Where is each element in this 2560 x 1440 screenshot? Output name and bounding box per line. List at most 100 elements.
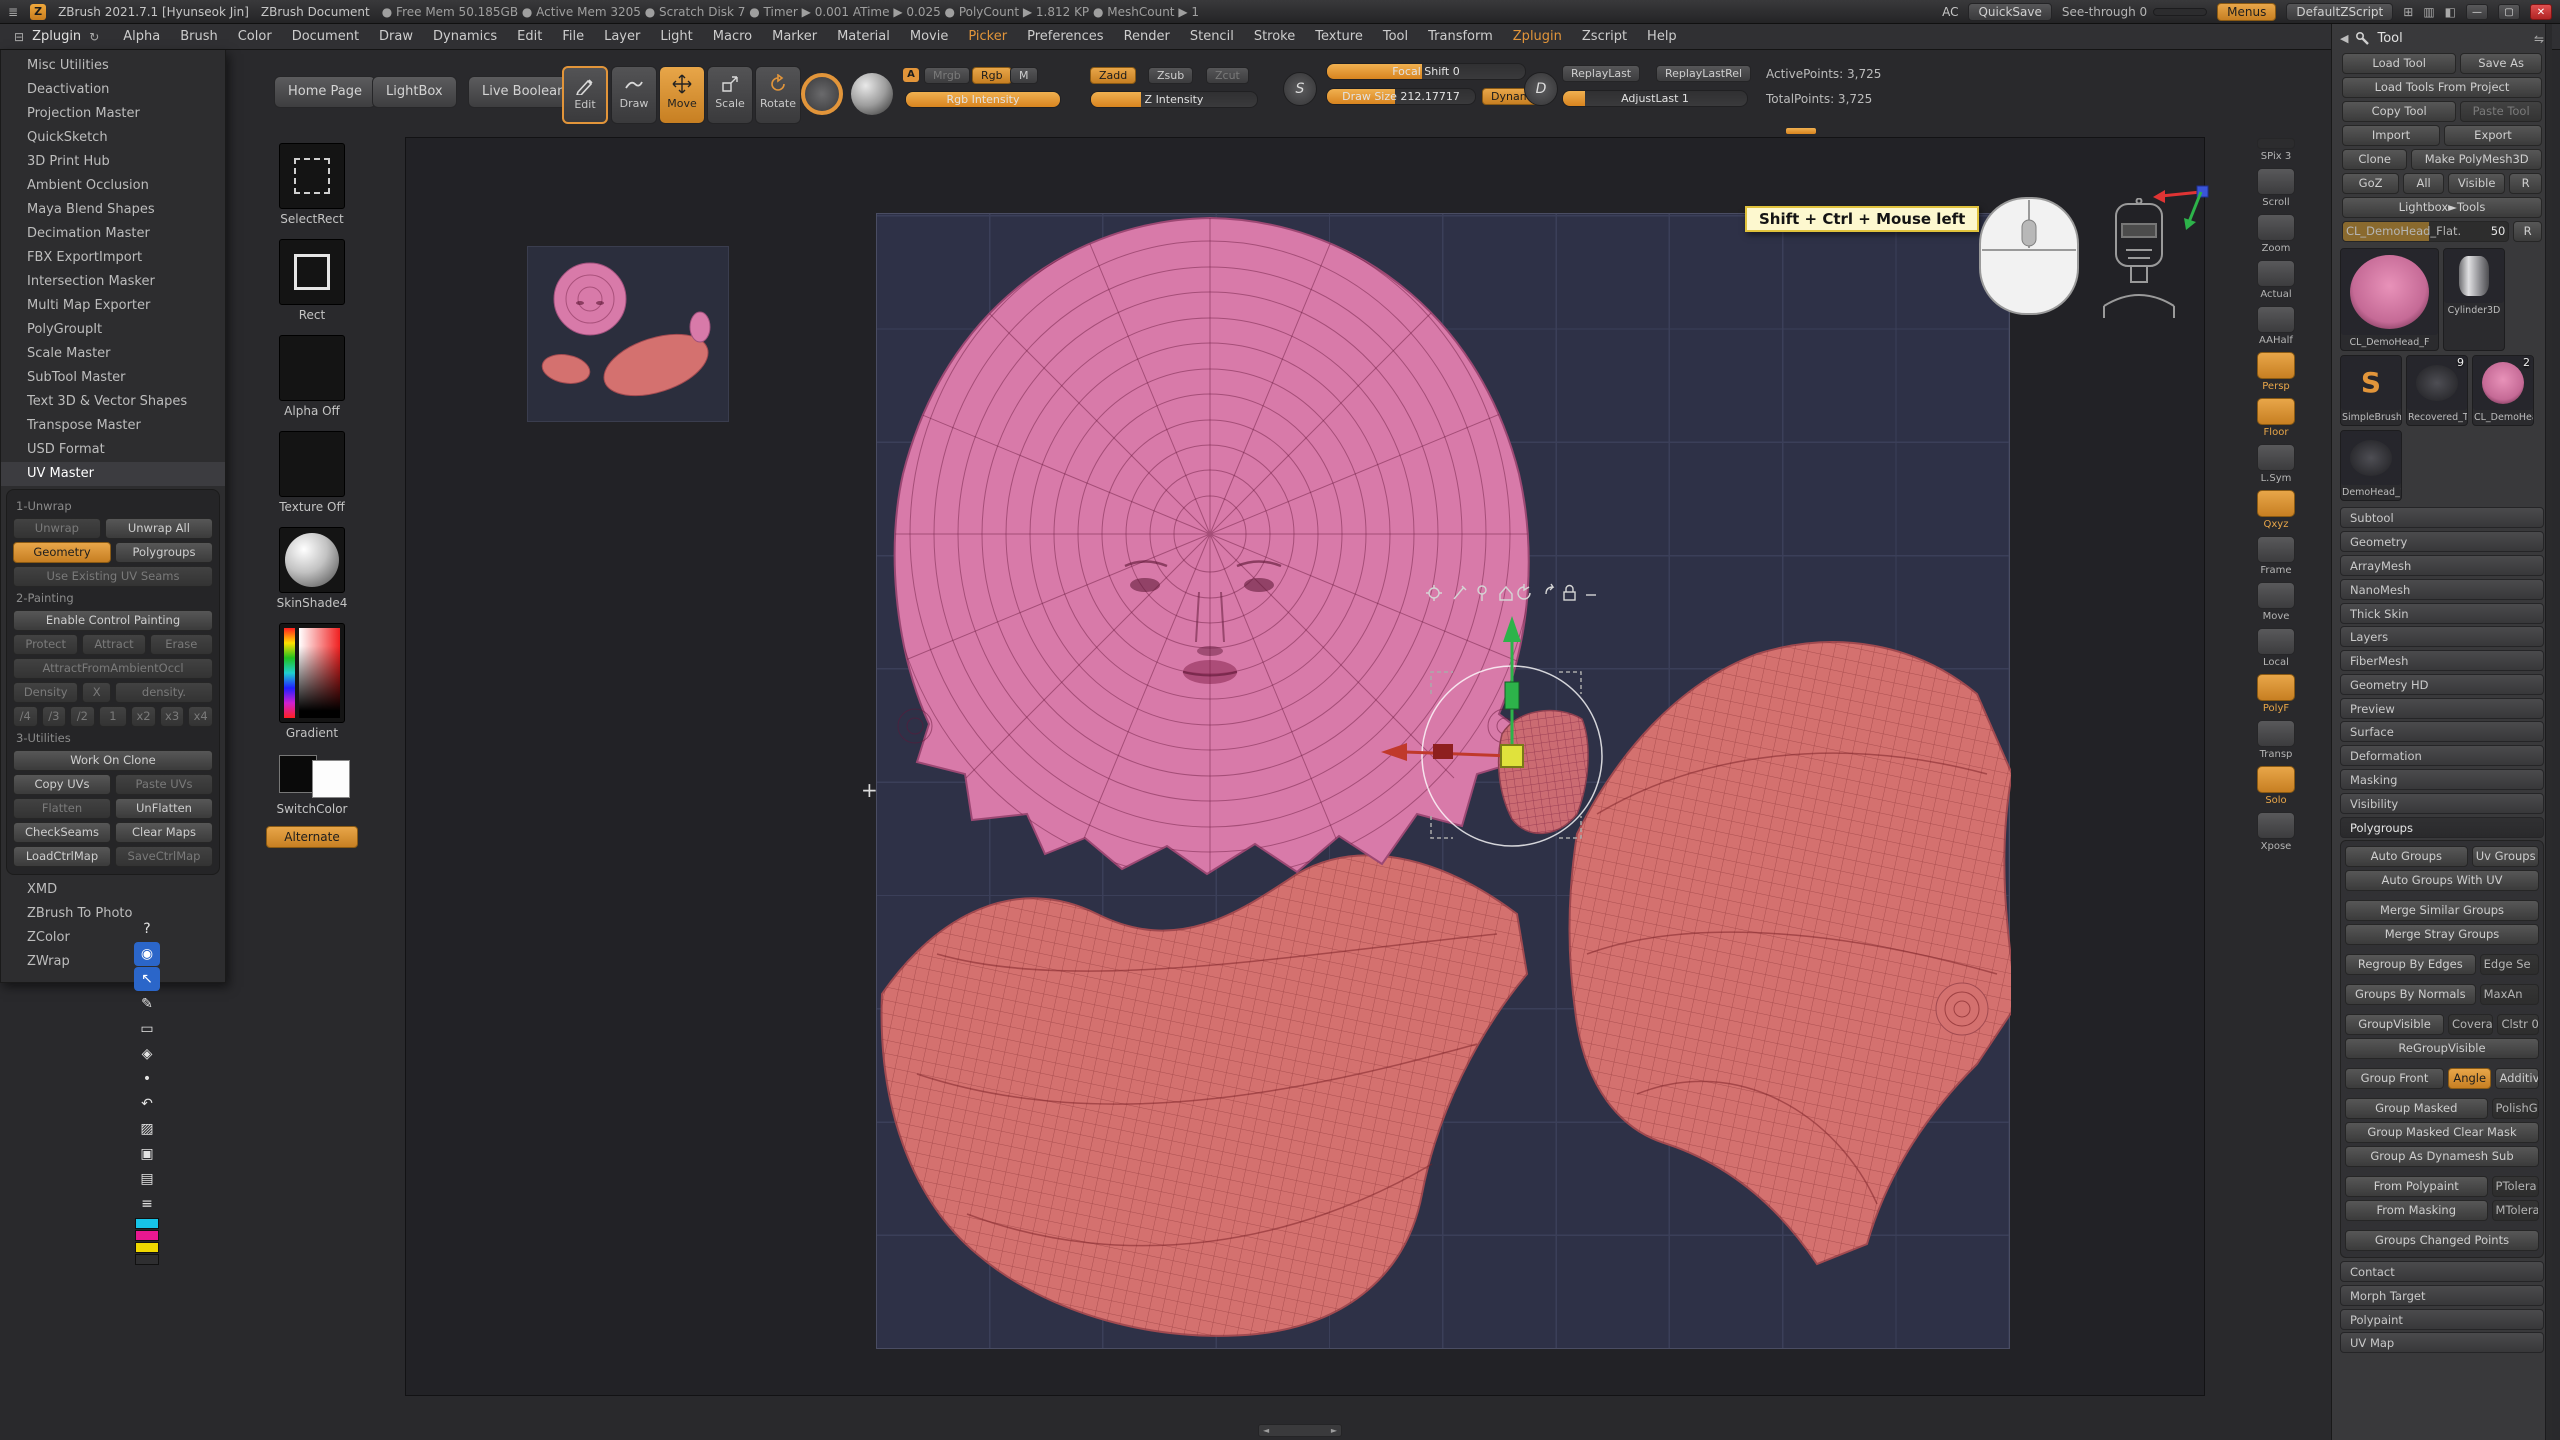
swatch-yellow[interactable] xyxy=(135,1242,159,1253)
panel-button[interactable]: SaveCtrlMap xyxy=(115,846,213,867)
left-shelf-tool[interactable]: Alternate xyxy=(262,816,362,848)
panel-button[interactable]: Polygroups xyxy=(115,542,213,563)
menus-button[interactable]: Menus xyxy=(2217,3,2276,21)
panel-button[interactable]: From Polypaint xyxy=(2345,1176,2488,1197)
left-shelf-tool[interactable]: SkinShade4 xyxy=(262,514,362,610)
replay-last-button[interactable]: ReplayLast xyxy=(1562,65,1640,82)
cursor-icon[interactable]: ↖ xyxy=(134,967,160,991)
scroll-right-arrow[interactable]: ► xyxy=(1331,1426,1337,1435)
panel-button[interactable]: Copy UVs xyxy=(13,774,111,795)
panel-button[interactable]: Angle xyxy=(2448,1068,2492,1089)
tool-section-header[interactable]: NanoMesh xyxy=(2340,579,2544,600)
panel-button[interactable]: Attract xyxy=(82,634,145,655)
panel-button[interactable]: 1-Unwrap xyxy=(13,498,213,515)
menu-item[interactable]: Edit xyxy=(507,29,552,44)
scroll-left-arrow[interactable]: ◄ xyxy=(1263,1426,1269,1435)
menu-item[interactable]: Texture xyxy=(1305,29,1373,44)
grid-icon[interactable]: ⊞ xyxy=(2403,5,2413,19)
tool-panel-scrollbar[interactable] xyxy=(2545,24,2552,1440)
panel-button[interactable]: Work On Clone xyxy=(13,750,213,771)
lightbox-button[interactable]: LightBox xyxy=(372,76,457,108)
menu-item[interactable]: Material xyxy=(827,29,900,44)
monitor-icon[interactable]: ▥ xyxy=(2423,5,2434,19)
right-shelf-button[interactable]: Local xyxy=(2253,628,2299,668)
panel-button[interactable]: Edge Se xyxy=(2480,954,2539,975)
panel-button[interactable]: 3-Utilities xyxy=(13,730,213,747)
stroke-icon[interactable]: S xyxy=(1283,72,1317,106)
right-shelf-button[interactable]: Solo xyxy=(2253,766,2299,806)
right-shelf-button[interactable]: Floor xyxy=(2253,398,2299,438)
swatch-magenta[interactable] xyxy=(135,1230,159,1241)
see-through-track[interactable] xyxy=(2153,8,2207,16)
tool-section-header[interactable]: Preview xyxy=(2340,698,2544,719)
erase-icon[interactable]: ▨ xyxy=(134,1117,160,1141)
swatch-dark[interactable] xyxy=(135,1254,159,1265)
knife-icon[interactable]: ◈ xyxy=(134,1042,160,1066)
rgb-button[interactable]: Rgb xyxy=(972,67,1012,84)
panel-button[interactable]: Flatten xyxy=(13,798,111,819)
panel-button[interactable]: /4 xyxy=(13,706,38,727)
left-shelf-tool[interactable]: Rect xyxy=(262,226,362,322)
maximize-button[interactable]: ▢ xyxy=(2498,4,2520,20)
panel-button[interactable]: CL_DemoHead_Flat.50 xyxy=(2342,221,2509,242)
right-shelf-button[interactable]: AAHalf xyxy=(2253,306,2299,346)
panel-button[interactable]: x2 xyxy=(131,706,156,727)
panel-button[interactable]: Unwrap xyxy=(13,518,101,539)
tool-section-header[interactable]: Surface xyxy=(2340,721,2544,742)
tool-section-header[interactable]: UV Map xyxy=(2340,1332,2544,1353)
menu-item[interactable]: Zscript xyxy=(1572,29,1637,44)
minimize-button[interactable]: — xyxy=(2466,4,2488,20)
right-shelf-button[interactable]: Scroll xyxy=(2253,168,2299,208)
panel-button[interactable]: Auto Groups xyxy=(2345,846,2468,867)
panel-button[interactable]: CheckSeams xyxy=(13,822,111,843)
tool-section-header[interactable]: Geometry xyxy=(2340,531,2544,552)
panel-button[interactable]: Regroup By Edges xyxy=(2345,954,2476,975)
tool-section-header[interactable]: Layers xyxy=(2340,626,2544,647)
tool-thumbnail[interactable]: Cylinder3D xyxy=(2443,248,2505,351)
panel-button[interactable]: PolishG xyxy=(2492,1098,2539,1119)
tool-section-header[interactable]: ArrayMesh xyxy=(2340,555,2544,576)
panel-button[interactable]: UnFlatten xyxy=(115,798,213,819)
right-shelf-button[interactable]: Actual xyxy=(2253,260,2299,300)
tool-section-header[interactable]: Thick Skin xyxy=(2340,603,2544,624)
undo-icon[interactable]: ↶ xyxy=(134,1092,160,1116)
panel-flip-icon[interactable]: ⇋ xyxy=(2534,32,2544,46)
panel-button[interactable]: x4 xyxy=(188,706,213,727)
rotate-mode-button[interactable]: Rotate xyxy=(755,66,801,124)
zadd-button[interactable]: Zadd xyxy=(1090,67,1136,84)
menu-item[interactable]: Help xyxy=(1637,29,1687,44)
zplugin-item[interactable]: Projection Master xyxy=(1,102,225,126)
panel-button[interactable]: PTolera xyxy=(2492,1176,2539,1197)
menu-item[interactable]: Layer xyxy=(594,29,650,44)
menu-item[interactable]: Tool xyxy=(1373,29,1418,44)
tool-thumbnail[interactable]: 2 CL_DemoHead_F xyxy=(2472,355,2534,426)
tool-section-header[interactable]: Polypaint xyxy=(2340,1309,2544,1330)
panel-button[interactable]: Lightbox►Tools xyxy=(2342,197,2542,218)
eye-icon[interactable]: ◉ xyxy=(134,942,160,966)
uv-head-mesh[interactable] xyxy=(877,214,1555,879)
zplugin-item[interactable]: ZWrap xyxy=(1,950,225,974)
panel-button[interactable]: Groups By Normals xyxy=(2345,984,2476,1005)
move-mode-button[interactable]: Move xyxy=(659,66,705,124)
panel-button[interactable]: All xyxy=(2403,173,2444,194)
draw-mode-button[interactable]: Draw xyxy=(611,66,657,124)
panel-button[interactable]: Save As xyxy=(2460,53,2542,74)
panel-button[interactable]: Visible xyxy=(2448,173,2505,194)
home-page-button[interactable]: Home Page xyxy=(274,76,376,108)
menu-item[interactable]: File xyxy=(552,29,594,44)
canvas-area[interactable]: Shift + Ctrl + Mouse left xyxy=(405,137,2205,1396)
menu-item[interactable]: Draw xyxy=(369,29,423,44)
panel-button[interactable]: Additive xyxy=(2495,1068,2539,1089)
right-shelf-button[interactable]: Transp xyxy=(2253,720,2299,760)
menu-item[interactable]: Macro xyxy=(703,29,762,44)
panel-button[interactable]: Clear Maps xyxy=(115,822,213,843)
menu-item[interactable]: Movie xyxy=(900,29,958,44)
menu-item[interactable]: Alpha xyxy=(113,29,170,44)
panel-button[interactable]: Make PolyMesh3D xyxy=(2411,149,2542,170)
menu-item[interactable]: Dynamics xyxy=(423,29,507,44)
zplugin-item[interactable]: USD Format xyxy=(1,438,225,462)
panel-button[interactable]: Merge Stray Groups xyxy=(2345,924,2539,945)
zplugin-item[interactable]: ZColor xyxy=(1,926,225,950)
panel-button[interactable]: Copy Tool xyxy=(2342,101,2456,122)
panel-button[interactable]: ReGroupVisible xyxy=(2345,1038,2539,1059)
